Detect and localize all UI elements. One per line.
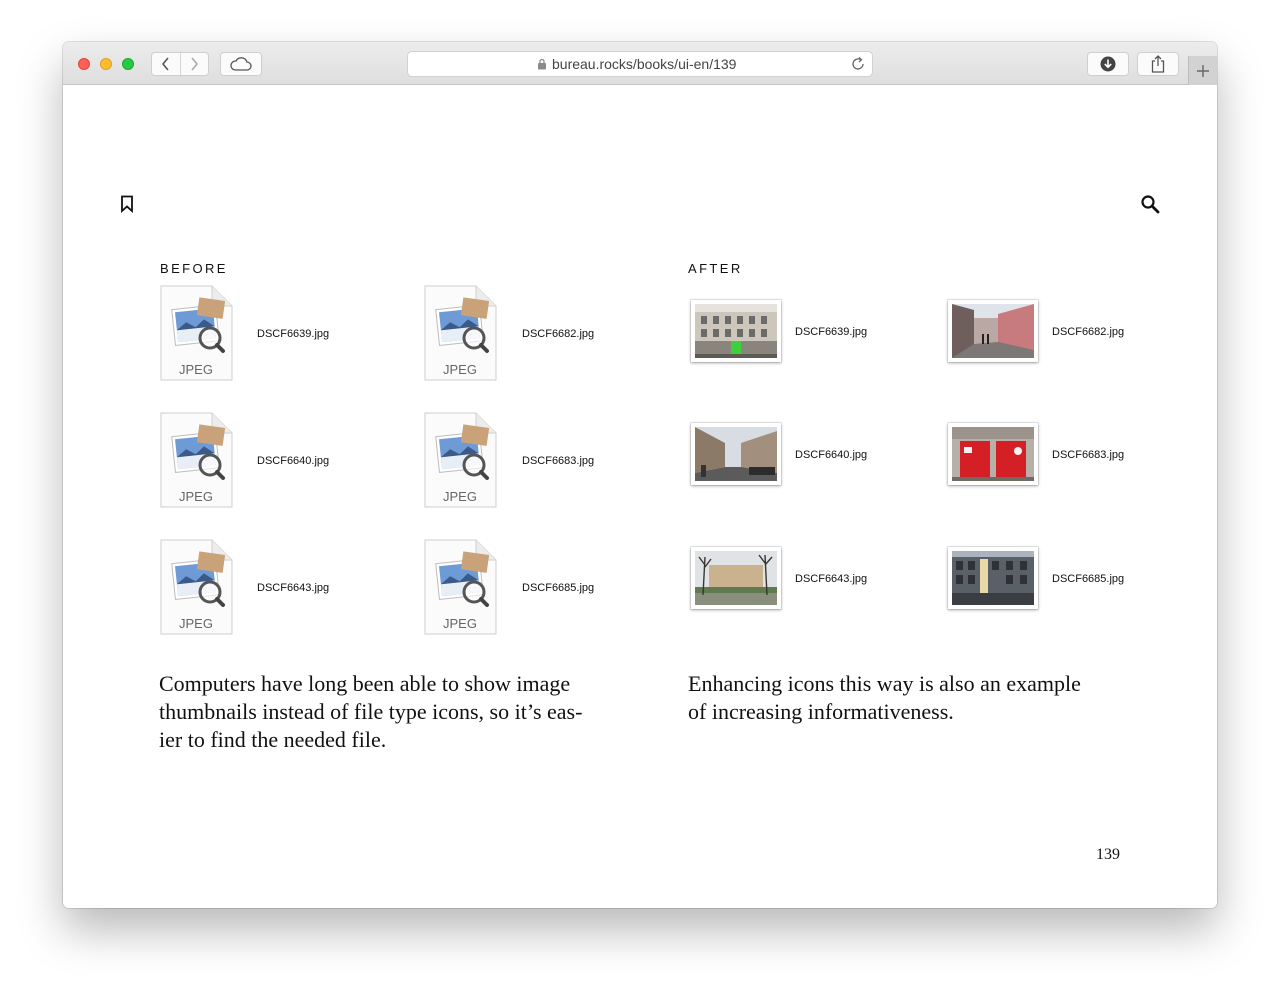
chevron-left-icon: [161, 57, 169, 71]
before-heading: BEFORE: [160, 261, 228, 276]
photo-thumbnail[interactable]: [948, 423, 1038, 485]
file-name: DSCF6682.jpg: [522, 328, 595, 340]
browser-window: bureau.rocks/books/ui-en/139 BEFORE JPEG…: [63, 42, 1217, 908]
back-button[interactable]: [152, 53, 181, 75]
file-type-label: JPEG: [443, 489, 477, 504]
plus-icon: [1197, 64, 1209, 77]
file-name: DSCF6685.jpg: [1052, 573, 1125, 585]
file-name: DSCF6682.jpg: [1052, 326, 1125, 338]
photo-thumbnail[interactable]: [691, 423, 781, 485]
file-type-label: JPEG: [443, 362, 477, 377]
zoom-window-button[interactable]: [122, 58, 134, 70]
file-type-label: JPEG: [179, 616, 213, 631]
icloud-tabs-button[interactable]: [220, 52, 262, 76]
photo-thumbnail[interactable]: [948, 547, 1038, 609]
file-type-label: JPEG: [179, 489, 213, 504]
downloads-button[interactable]: [1087, 52, 1129, 76]
jpeg-file-icon[interactable]: JPEG: [423, 538, 498, 636]
before-caption: Computers have long been able to show im…: [159, 670, 629, 754]
caption-line: Computers have long been able to show im…: [159, 671, 571, 696]
chevron-right-icon: [191, 57, 199, 71]
jpeg-file-icon[interactable]: JPEG: [159, 538, 234, 636]
caption-line: thumbnails instead of file type icons, s…: [159, 699, 583, 724]
jpeg-file-icon[interactable]: JPEG: [423, 284, 498, 382]
share-button[interactable]: [1137, 52, 1179, 76]
file-name: DSCF6685.jpg: [522, 582, 595, 594]
photo-thumbnail[interactable]: [948, 300, 1038, 362]
bookmark-icon[interactable]: [120, 195, 134, 213]
jpeg-file-icon[interactable]: JPEG: [423, 411, 498, 509]
new-tab-button[interactable]: [1188, 56, 1217, 85]
file-name: DSCF6683.jpg: [522, 455, 595, 467]
file-name: DSCF6643.jpg: [795, 573, 868, 585]
cloud-icon: [230, 57, 252, 71]
caption-line: of increasing informativeness.: [688, 699, 954, 724]
caption-line: ier to find the needed file.: [159, 727, 387, 752]
photo-thumbnail[interactable]: [691, 300, 781, 362]
forward-button[interactable]: [181, 53, 209, 75]
jpeg-file-icon[interactable]: JPEG: [159, 284, 234, 382]
url-text: bureau.rocks/books/ui-en/139: [552, 56, 737, 72]
file-name: DSCF6639.jpg: [257, 328, 330, 340]
minimize-window-button[interactable]: [100, 58, 112, 70]
file-type-label: JPEG: [179, 362, 213, 377]
file-name: DSCF6640.jpg: [257, 455, 330, 467]
search-icon[interactable]: [1140, 194, 1160, 214]
close-window-button[interactable]: [78, 58, 90, 70]
file-name: DSCF6643.jpg: [257, 582, 330, 594]
reload-icon[interactable]: [850, 56, 866, 72]
browser-toolbar: bureau.rocks/books/ui-en/139: [63, 42, 1217, 85]
address-bar[interactable]: bureau.rocks/books/ui-en/139: [407, 51, 873, 77]
file-type-label: JPEG: [443, 616, 477, 631]
jpeg-file-icon[interactable]: JPEG: [159, 411, 234, 509]
lock-icon: [538, 58, 546, 70]
share-icon: [1151, 55, 1165, 73]
after-heading: AFTER: [688, 261, 743, 276]
page-number: 139: [1096, 846, 1120, 863]
file-name: DSCF6639.jpg: [795, 326, 868, 338]
caption-line: Enhancing icons this way is also an exam…: [688, 671, 1081, 696]
photo-thumbnail[interactable]: [691, 547, 781, 609]
download-icon: [1100, 56, 1116, 72]
page-content: BEFORE JPEG DSCF6639.jpg JPEG DSCF6682.j…: [63, 85, 1217, 908]
file-name: DSCF6640.jpg: [795, 449, 868, 461]
after-caption: Enhancing icons this way is also an exam…: [688, 670, 1158, 726]
history-navigation: [151, 52, 209, 76]
file-name: DSCF6683.jpg: [1052, 449, 1125, 461]
